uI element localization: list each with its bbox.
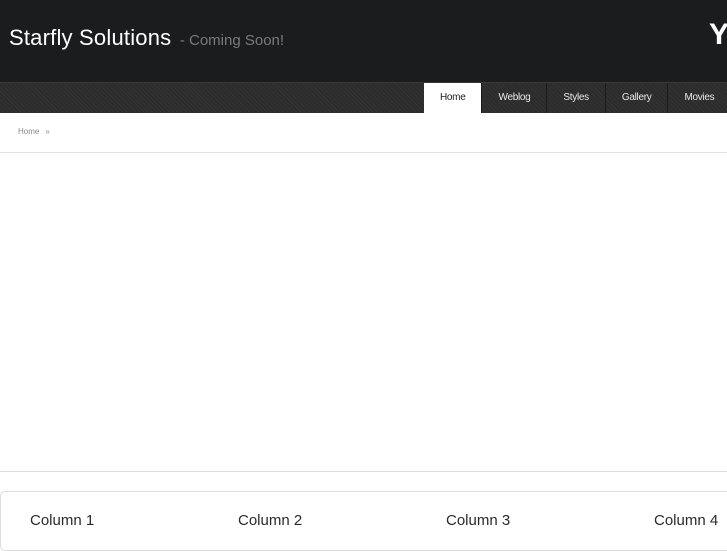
column-3-title: Column 3 [446,512,511,529]
breadcrumb-home-link[interactable]: Home [18,127,39,136]
footer-columns: Column 1 Column 2 Column 3 Column 4 [0,491,727,551]
site-header: Starfly Solutions - Coming Soon! Y [0,0,727,82]
nav-item-gallery[interactable]: Gallery [604,83,668,113]
nav-menu: Home Weblog Styles Gallery Movies [424,83,727,113]
nav-item-home[interactable]: Home [424,83,482,113]
nav-item-weblog[interactable]: Weblog [481,83,546,113]
column-2-title: Column 2 [238,512,303,529]
site-name[interactable]: Starfly Solutions [9,25,171,50]
column-4-title: Column 4 [654,512,719,529]
header-right-text: Y [709,18,727,51]
breadcrumb-separator: » [45,127,50,136]
column-1-title: Column 1 [30,512,95,529]
main-navigation: Home Weblog Styles Gallery Movies [0,82,727,113]
site-tagline: - Coming Soon! [179,32,285,49]
site-title[interactable]: Starfly Solutions - Coming Soon! [9,25,284,54]
nav-item-movies[interactable]: Movies [667,83,727,113]
breadcrumb: Home » [0,113,727,153]
nav-item-styles[interactable]: Styles [546,83,604,113]
content-divider [0,471,727,472]
